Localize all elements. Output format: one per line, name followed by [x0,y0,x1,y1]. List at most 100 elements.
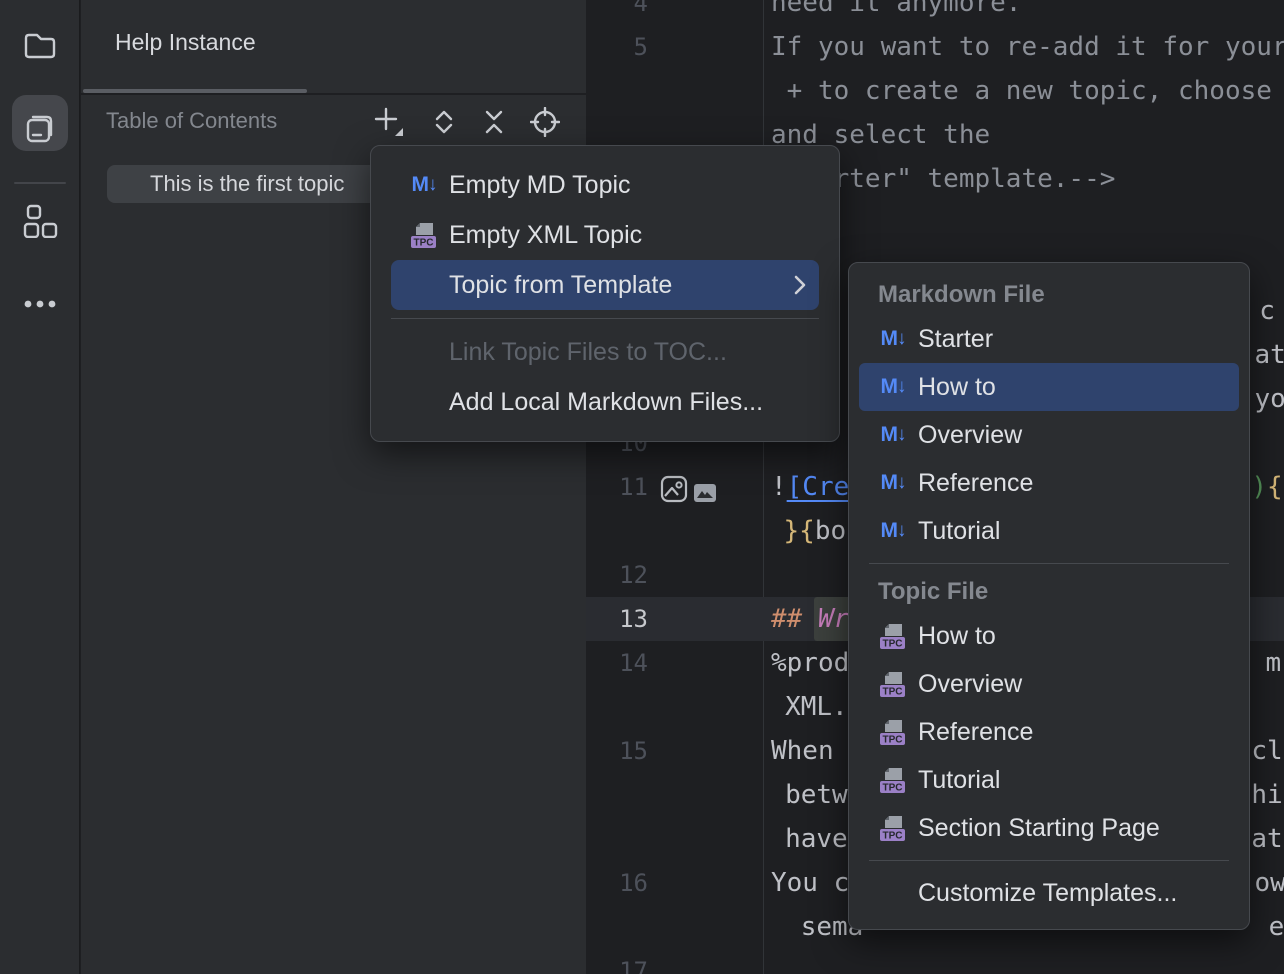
add-topic-context-menu: M↓ Empty MD Topic TPC Empty XML Topic Topic … [370,145,840,442]
code-segment: e [1269,905,1284,949]
line-number: 11 [586,465,648,509]
add-topic-button[interactable] [369,102,409,142]
tpc-file-icon: TPC [879,670,907,699]
code-segment: [Cre [787,465,850,509]
line-number: 16 [586,861,648,905]
tpc-file-icon: TPC [879,766,907,795]
tool-window-title-tab[interactable]: Help Instance [115,29,256,56]
code-segment: When [771,729,834,773]
menu-item-empty-md-topic[interactable]: M↓ Empty MD Topic [391,160,819,210]
project-folder-icon[interactable] [20,26,60,66]
tpc-file-icon: TPC [878,670,908,699]
code-segment: XML. [785,685,848,729]
code-segment: You c [771,861,849,905]
editor-line-17[interactable]: 17 [586,949,1284,974]
svg-text:TPC: TPC [883,686,903,697]
tpc-file-icon: TPC [878,622,908,651]
tpc-file-icon: TPC [410,221,438,250]
tpc-file-icon: TPC [878,718,908,747]
stripe-divider [14,182,66,184]
locate-opened-file-button[interactable] [525,102,565,142]
menu-item-topic-from-template[interactable]: Topic from Template [391,260,819,310]
line-number: 4 [586,0,648,25]
submenu-item-reference[interactable]: M↓ Reference [859,459,1239,507]
line-number: 17 [586,949,648,974]
expand-all-button[interactable] [424,102,464,142]
submenu-item-label: Reference [918,718,1033,747]
code-segment: bo [815,509,846,553]
code-segment: }{ [784,509,815,553]
code-segment: at [1255,333,1284,377]
md-file-icon: M↓ [878,423,908,447]
line-number: 5 [586,25,648,69]
svg-text:TPC: TPC [883,638,903,649]
md-file-icon: M↓ [878,327,908,351]
md-file-icon: M↓ [881,375,906,399]
code-segment: at [1251,817,1282,861]
submenu-item-starter[interactable]: M↓ Starter [859,315,1239,363]
submenu-divider [869,563,1229,564]
md-file-icon: M↓ [412,173,437,197]
editor-line-wrap[interactable]: + to create a new topic, choose t [586,69,1284,113]
md-file-icon: M↓ [881,471,906,495]
svg-text:TPC: TPC [883,734,903,745]
code-segment: ! [771,465,787,509]
line-number: 15 [586,729,648,773]
submenu-item-overview[interactable]: M↓ Overview [859,411,1239,459]
code-segment: his [1251,773,1284,817]
submenu-item-tutorial[interactable]: M↓ Tutorial [859,507,1239,555]
tpc-file-icon: TPC [878,766,908,795]
menu-item-label: Topic from Template [449,271,672,300]
submenu-item-tutorial[interactable]: TPC Tutorial [859,756,1239,804]
submenu-item-label: Overview [918,421,1022,450]
writerside-toc-tool-icon[interactable] [20,108,60,148]
code-segment: need it anymore. [771,0,1021,25]
code-segment: ## [771,597,802,641]
svg-text:TPC: TPC [414,237,434,248]
md-file-icon: M↓ [881,423,906,447]
collapse-all-button[interactable] [474,102,514,142]
code-segment: %prod [771,641,849,685]
editor-line-4[interactable]: 4 need it anymore. [586,0,1284,25]
submenu-item-section-starting-page[interactable]: TPCSection Starting Page [859,804,1239,852]
submenu-item-label: Customize Templates... [918,879,1177,908]
code-segment: ow [1255,861,1284,905]
code-segment: have [785,817,848,861]
submenu-divider [869,860,1229,861]
submenu-item-reference[interactable]: TPC Reference [859,708,1239,756]
editor-line-5[interactable]: 5 If you want to re-add it for your [586,25,1284,69]
md-file-icon: M↓ [409,173,439,197]
menu-item-label: Empty XML Topic [449,221,642,250]
code-segment: yo [1255,377,1284,421]
structure-tool-icon[interactable] [22,204,58,238]
svg-text:TPC: TPC [883,830,903,841]
svg-text:TPC: TPC [883,782,903,793]
code-segment: c [1259,289,1275,333]
submenu-item-label: Reference [918,469,1033,498]
submenu-item-label: Tutorial [918,766,1000,795]
submenu-group-header-markdown-file: Markdown File [849,275,1249,315]
menu-item-empty-xml-topic[interactable]: TPC Empty XML Topic [391,210,819,260]
more-tool-windows-icon[interactable] [20,298,60,310]
toc-toolbar: Table of Contents [81,95,586,150]
line-number: 12 [586,553,648,597]
code-segment: betw [785,773,848,817]
tpc-file-icon: TPC [409,221,439,250]
code-segment: { [1267,465,1283,509]
submenu-item-label: Starter [918,325,993,354]
md-file-icon: M↓ [878,471,908,495]
submenu-item-label: Tutorial [918,517,1000,546]
tool-window-header: Help Instance [81,0,586,95]
submenu-item-how-to[interactable]: M↓ How to [859,363,1239,411]
menu-divider [391,318,819,319]
line-number: 14 [586,641,648,685]
tpc-file-icon: TPC [879,718,907,747]
menu-item-label: Empty MD Topic [449,171,631,200]
submenu-item-how-to[interactable]: TPCHow to [859,612,1239,660]
submenu-item-overview[interactable]: TPCOverview [859,660,1239,708]
submenu-item-customize-templates[interactable]: Customize Templates... [859,869,1239,917]
submenu-item-label: How to [918,373,996,402]
code-segment: If you want to re-add it for your [771,25,1284,69]
menu-item-add-local-markdown-files[interactable]: Add Local Markdown Files... [391,377,819,427]
md-file-icon: M↓ [881,519,906,543]
